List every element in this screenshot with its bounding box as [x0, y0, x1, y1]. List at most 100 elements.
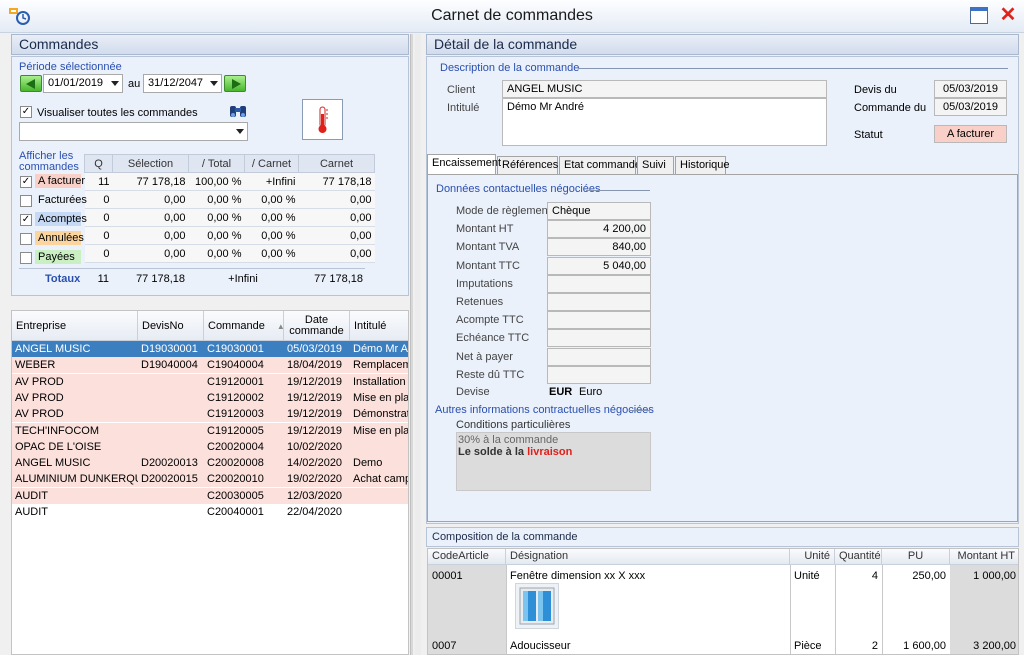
close-button[interactable]: ✕: [997, 3, 1019, 27]
stats-cell: 0,00: [298, 244, 375, 263]
desc-section-rule: [578, 68, 1008, 69]
order-cell-commande: C19030001: [207, 343, 264, 355]
splitter[interactable]: [410, 34, 413, 655]
stats-cell: 0,00 %: [188, 190, 245, 209]
order-row[interactable]: ALUMINIUM DUNKERQUE D20020015 C20020010 19/…: [12, 471, 408, 488]
field-value[interactable]: [547, 274, 651, 293]
stats-filter-checkbox[interactable]: [20, 252, 32, 264]
filter-combo[interactable]: [19, 122, 248, 141]
show-all-checkbox[interactable]: ✓: [20, 106, 32, 118]
stats-filter-checkbox[interactable]: ✓: [20, 176, 32, 188]
comp-header-code[interactable]: CodeArticle: [428, 549, 506, 565]
order-row[interactable]: AUDIT C20040001 22/04/2020: [12, 504, 408, 520]
comp-cell-pu: 250,00: [912, 570, 946, 582]
devise-label: Devise: [456, 386, 490, 398]
order-cell-commande: C20020004: [207, 440, 264, 453]
stats-filter-checkbox[interactable]: [20, 195, 32, 207]
stats-cell: 0,00 %: [188, 208, 245, 227]
show-all-label: Visualiser toutes les commandes: [37, 107, 198, 119]
stats-cell: 0,00 %: [244, 208, 299, 227]
field-value[interactable]: 4 200,00: [547, 220, 651, 239]
thermometer-button[interactable]: [302, 99, 343, 140]
stats-header: Carnet: [298, 154, 375, 173]
stats-cell: 0,00 %: [244, 190, 299, 209]
intitule-field[interactable]: Démo Mr André: [502, 98, 827, 146]
field-value[interactable]: [547, 293, 651, 311]
tab-references[interactable]: Références: [497, 156, 558, 174]
stats-cell: 0: [84, 244, 113, 263]
order-cell-date: 10/02/2020: [287, 440, 343, 453]
comp-header-designation[interactable]: Désignation: [506, 549, 790, 565]
order-row[interactable]: AV PROD C19120003 19/12/2019 Démonstration: [12, 406, 408, 423]
comp-header-pu[interactable]: PU: [882, 549, 950, 565]
stats-row: 0 0,00 0,00 % 0,00 % 0,00: [84, 226, 375, 245]
order-cell-date: 18/04/2019: [287, 359, 343, 372]
field-value[interactable]: [547, 311, 651, 330]
tab-encaissement[interactable]: Encaissement: [427, 154, 501, 174]
stats-filter-checkbox[interactable]: [20, 233, 32, 245]
comp-header-unite[interactable]: Unité: [790, 549, 835, 565]
devis-du-field[interactable]: 05/03/2019: [934, 80, 1007, 98]
tab-suivi[interactable]: Suivi: [637, 156, 674, 174]
order-row[interactable]: OPAC DE L'OISE C20020004 10/02/2020: [12, 438, 408, 455]
col-header-intitule[interactable]: Intitulé: [350, 311, 408, 341]
autres-section-title: Autres informations contractuelles négoc…: [435, 404, 654, 416]
title-bar: Carnet de commandes ✕: [0, 0, 1024, 33]
order-row[interactable]: AV PROD C19120002 19/12/2019 Mise en place: [12, 389, 408, 406]
intitule-label: Intitulé: [447, 102, 480, 114]
devise-name: Euro: [579, 386, 603, 398]
client-field[interactable]: ANGEL MUSIC: [502, 80, 827, 98]
totals-carnet-pct: +Infini: [228, 273, 258, 285]
field-label: Montant TTC: [456, 259, 520, 272]
comp-cell-unite: Pièce: [794, 640, 822, 652]
stats-cell: 0,00: [112, 208, 189, 227]
order-row[interactable]: AV PROD C19120001 19/12/2019 Installation d…: [12, 373, 408, 390]
order-row[interactable]: TECH'INFOCOM C19120005 19/12/2019 Mise en p…: [12, 422, 408, 439]
stats-cell: 0,00 %: [188, 226, 245, 245]
field-value[interactable]: 5 040,00: [547, 256, 651, 275]
comp-cell-quantite: 4: [871, 570, 878, 582]
maximize-button[interactable]: [970, 7, 988, 24]
stats-cell: 11: [84, 172, 113, 191]
order-cell-intitule: Installation de: [353, 375, 408, 388]
order-cell-date: 19/12/2019: [287, 375, 343, 388]
stats-row: 11 77 178,18 100,00 % +Infini 77 178,18: [84, 172, 375, 191]
comp-header-quantite[interactable]: Quantité: [835, 549, 882, 565]
conditions-field[interactable]: 30% à la commande Le solde à la livraiso…: [456, 432, 651, 491]
stats-cell: 0,00: [298, 190, 375, 209]
order-row[interactable]: WEBER D19040004 C19040004 18/04/2019 Remplac…: [12, 357, 408, 374]
order-cell-devis: D19040004: [141, 359, 198, 372]
totals-label: Totaux: [45, 273, 81, 285]
order-cell-intitule: Démo Mr André: [353, 343, 409, 355]
stats-cell: +Infini: [244, 172, 299, 191]
date-from-picker[interactable]: 01/01/2019: [43, 74, 123, 93]
col-header-date[interactable]: Date commande: [284, 311, 350, 341]
stats-filter-checkbox[interactable]: ✓: [20, 214, 32, 226]
binoculars-icon[interactable]: [228, 103, 248, 120]
field-value[interactable]: [547, 329, 651, 348]
tab-historique[interactable]: Historique: [675, 156, 730, 174]
field-label: Reste dû TTC: [456, 368, 525, 381]
commande-du-field[interactable]: 05/03/2019: [934, 98, 1007, 116]
order-row[interactable]: AUDIT C20030005 12/03/2020: [12, 487, 408, 504]
col-header-devis[interactable]: DevisNo: [138, 311, 204, 341]
autres-section-rule: [629, 410, 650, 411]
comp-header-montant[interactable]: Montant HT: [950, 549, 1018, 565]
field-value[interactable]: [547, 365, 651, 384]
col-header-entreprise[interactable]: Entreprise: [12, 311, 138, 341]
previous-period-button[interactable]: [20, 75, 42, 92]
field-value[interactable]: 840,00: [547, 238, 651, 257]
date-separator: au: [128, 78, 141, 90]
date-to-picker[interactable]: 31/12/2047: [143, 74, 222, 93]
field-value[interactable]: [547, 347, 651, 366]
field-value[interactable]: Chèque: [547, 202, 651, 220]
composition-grid: CodeArticle Désignation Unité Quantité P…: [427, 548, 1019, 655]
order-row[interactable]: ANGEL MUSIC D20020013 C20020008 14/02/2020 D…: [12, 455, 408, 472]
order-row[interactable]: ANGEL MUSIC D19030001 C19030001 05/03/2019 D…: [12, 341, 409, 357]
next-period-button[interactable]: [224, 75, 246, 92]
comp-cell-unite: Unité: [794, 570, 820, 582]
totals-selection: 77 178,18: [136, 273, 185, 285]
tab-etat-commande[interactable]: Etat commande: [559, 156, 641, 174]
conditions-line1: 30% à la commande: [458, 434, 559, 446]
col-header-commande[interactable]: Commande ▲: [204, 311, 285, 341]
